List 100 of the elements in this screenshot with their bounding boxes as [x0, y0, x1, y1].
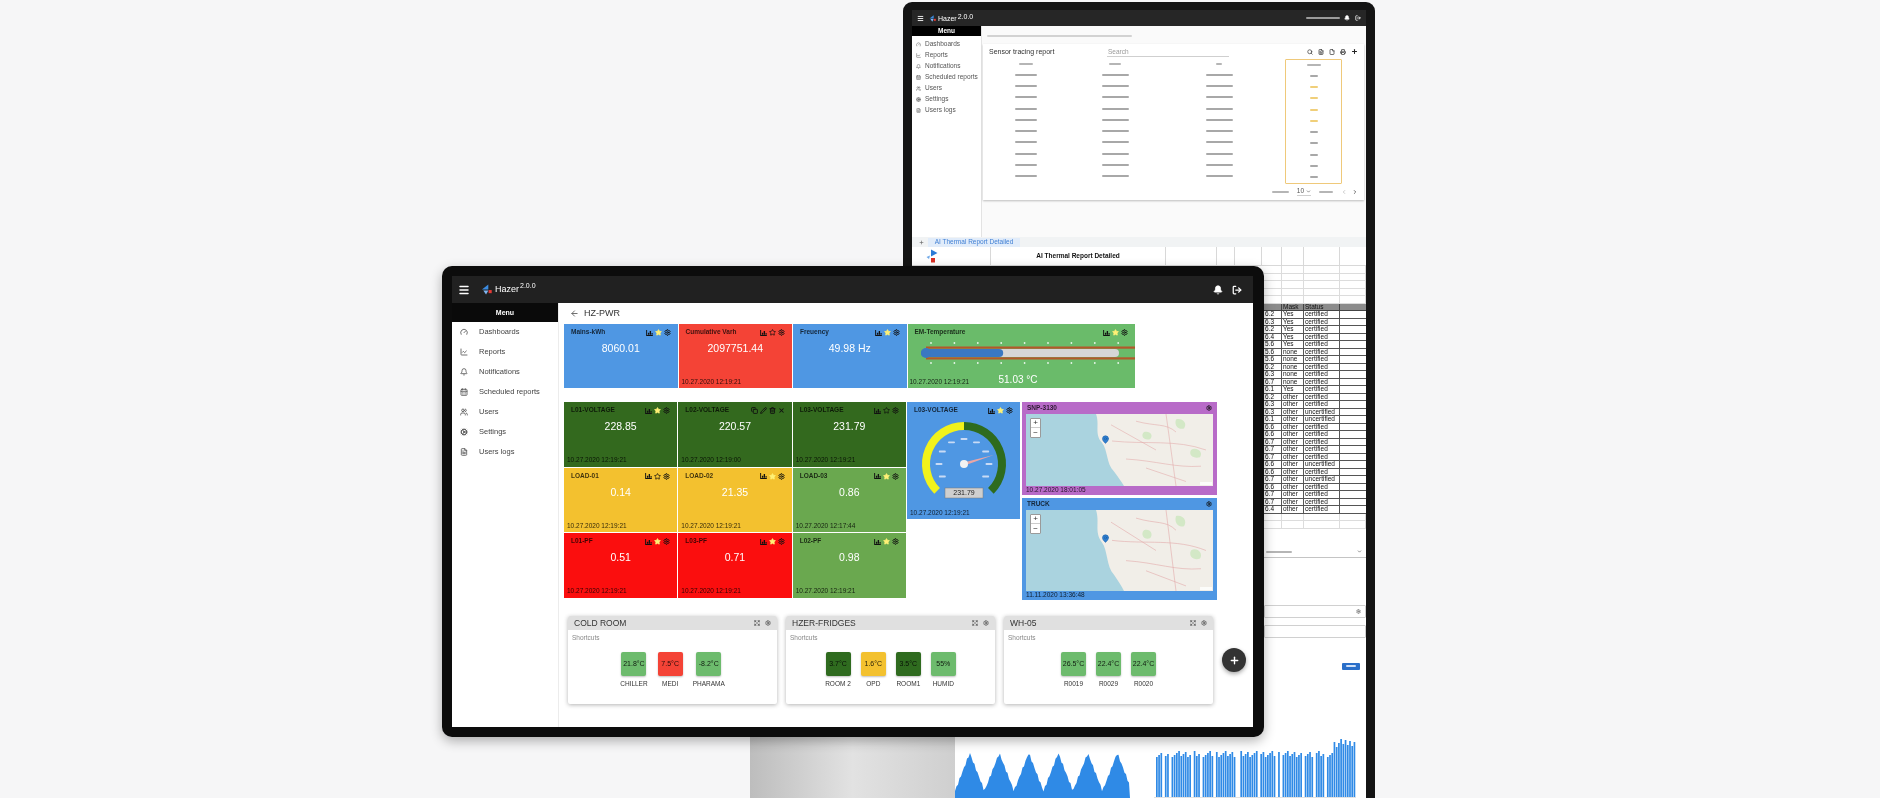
tile-value: 0.86	[839, 486, 860, 497]
page-title: HZ-PWR	[584, 309, 620, 318]
bar-chart-icon[interactable]	[759, 473, 767, 479]
map-pin-icon[interactable]	[1100, 532, 1110, 544]
plus-icon[interactable]	[1351, 48, 1358, 55]
star-icon[interactable]	[769, 329, 776, 336]
bar-chart-icon[interactable]	[645, 329, 653, 336]
zoom-out-button[interactable]: −	[1031, 524, 1040, 533]
document-icon	[916, 108, 921, 113]
zoom-in-button[interactable]: +	[1031, 515, 1040, 524]
file-icon[interactable]	[1329, 48, 1335, 55]
input-field[interactable]	[1264, 624, 1366, 638]
gear-icon[interactable]	[1356, 608, 1361, 614]
gear-icon[interactable]	[765, 620, 771, 626]
tile-value: 8060.01	[601, 343, 640, 354]
line-chart-icon	[916, 53, 921, 58]
gauge-hub	[959, 460, 968, 468]
tile-value: 228.85	[604, 421, 637, 432]
map-pin-icon[interactable]	[1100, 434, 1110, 446]
caret-icon	[1306, 188, 1311, 194]
zoom-in-button[interactable]: +	[1031, 419, 1040, 428]
blurred-text-drawing	[1101, 152, 1129, 155]
back-arrow-icon[interactable]	[570, 309, 579, 318]
logo-icon	[481, 284, 492, 295]
small-button[interactable]	[1342, 662, 1360, 670]
blurred-text-drawing	[1101, 175, 1129, 178]
logo-icon	[929, 14, 936, 22]
gear-icon[interactable]	[892, 329, 900, 336]
gear-icon[interactable]	[663, 329, 671, 336]
trash-icon[interactable]	[768, 407, 776, 414]
tile-value: 231.79	[833, 421, 866, 432]
gear-icon[interactable]	[1201, 620, 1207, 626]
blurred-text-drawing	[1205, 152, 1233, 155]
star-icon[interactable]	[883, 407, 890, 414]
tile-value: 220.57	[718, 421, 752, 432]
expand-icon[interactable]	[754, 620, 760, 626]
bar-chart-icon[interactable]	[874, 538, 881, 545]
tile-value: 49.98 Hz	[828, 343, 871, 354]
calendar-icon	[460, 388, 468, 396]
zoom-out-button[interactable]: −	[1031, 428, 1040, 437]
menu-icon[interactable]	[917, 14, 924, 22]
printer-icon[interactable]	[1340, 48, 1346, 55]
blurred-text-drawing	[1205, 175, 1233, 178]
blurred-text-drawing	[1015, 141, 1037, 144]
blurred-text-drawing	[1101, 96, 1129, 99]
tile-value: 2097751.44	[707, 343, 763, 354]
gear-icon	[916, 97, 921, 102]
bell-icon[interactable]	[1344, 15, 1350, 21]
gear-icon[interactable]	[777, 472, 785, 480]
blurred-text-drawing	[1205, 118, 1233, 121]
bar-chart-icon[interactable]	[988, 407, 995, 414]
bar-chart-icon[interactable]	[645, 473, 653, 479]
blurred-text-drawing	[1101, 118, 1129, 121]
input-field[interactable]	[1264, 604, 1366, 618]
bar-chart-icon[interactable]	[760, 329, 767, 336]
gear-icon[interactable]	[777, 538, 785, 545]
blurred-text-drawing	[1015, 84, 1037, 87]
blurred-text-drawing	[1101, 73, 1129, 76]
blurred-text-drawing	[938, 475, 946, 478]
bar-chart-icon[interactable]	[645, 538, 653, 545]
gear-icon[interactable]	[892, 538, 899, 545]
gauge-icon	[916, 42, 921, 47]
blurred-text-drawing	[1015, 130, 1037, 133]
menu-icon[interactable]	[458, 283, 470, 296]
gear-icon[interactable]	[1006, 407, 1013, 414]
gear-icon[interactable]	[778, 329, 785, 336]
bar-chart-icon[interactable]	[1102, 329, 1110, 336]
gear-icon[interactable]	[983, 620, 989, 626]
star-icon[interactable]	[654, 472, 662, 480]
pencil-icon[interactable]	[759, 407, 767, 414]
gear-icon[interactable]	[1120, 329, 1128, 336]
blurred-text-drawing	[1101, 141, 1129, 144]
gear-icon[interactable]	[1206, 405, 1212, 411]
blurred-text-drawing	[1015, 118, 1037, 121]
blurred-text-drawing	[1015, 96, 1037, 99]
users-icon	[460, 408, 468, 416]
gear-icon[interactable]	[663, 538, 671, 545]
logout-icon[interactable]	[1355, 15, 1361, 21]
blurred-text-drawing	[1271, 190, 1289, 193]
expand-icon[interactable]	[1190, 620, 1196, 626]
bar-chart-icon[interactable]	[759, 538, 767, 545]
logout-icon[interactable]	[1232, 284, 1242, 295]
gear-icon[interactable]	[663, 472, 671, 480]
bar-chart-icon[interactable]	[874, 473, 881, 479]
bar-chart-icon[interactable]	[874, 329, 882, 336]
document-icon[interactable]	[1318, 48, 1324, 55]
add-button[interactable]	[1222, 648, 1246, 672]
card-title: COLD ROOM	[574, 618, 627, 628]
calendar-icon	[916, 75, 921, 80]
tile-value: 21.35	[721, 486, 749, 497]
expand-icon[interactable]	[972, 620, 978, 626]
close-icon[interactable]	[777, 407, 785, 414]
search-icon[interactable]	[1307, 48, 1313, 55]
gear-icon[interactable]	[892, 472, 899, 480]
gear-icon[interactable]	[1206, 501, 1212, 507]
bell-icon	[916, 64, 921, 69]
bell-icon[interactable]	[1213, 284, 1223, 295]
chevron-right-icon[interactable]	[1352, 188, 1358, 195]
tile-value: 51.03 °C	[998, 375, 1038, 385]
copy-icon[interactable]	[750, 407, 758, 414]
